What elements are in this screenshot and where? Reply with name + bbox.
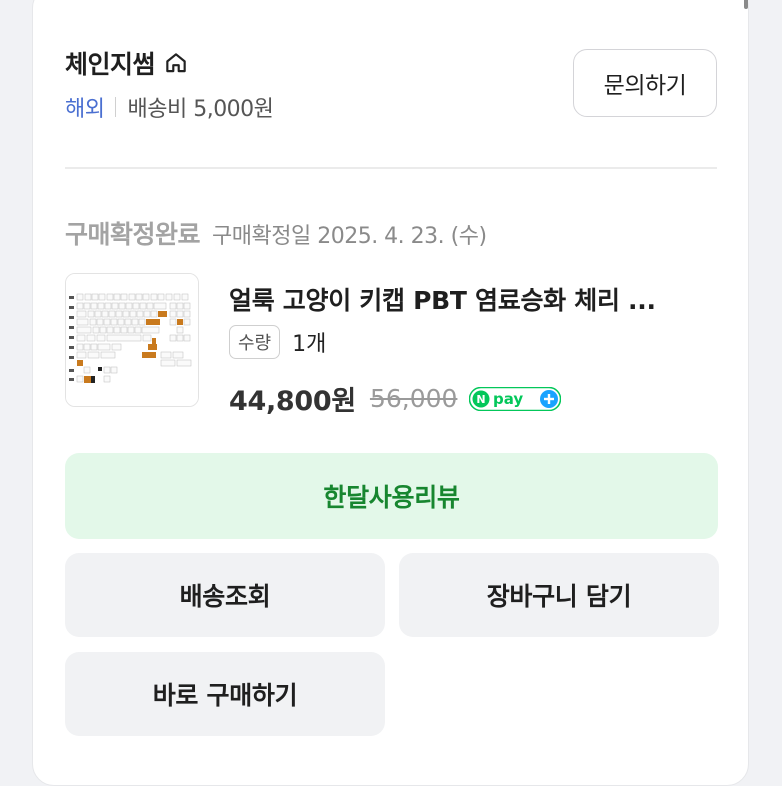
sale-price: 44,800원: [229, 386, 356, 417]
product-thumbnail[interactable]: [65, 273, 199, 407]
product-name[interactable]: 얼룩 고양이 키캡 PBT 염료승화 체리 ...: [229, 281, 709, 317]
original-price: 56,000: [369, 384, 458, 413]
keycap-layout-image: [66, 274, 198, 406]
seller-header[interactable]: 체인지썸: [65, 45, 189, 81]
npay-plus-icon: N pay: [469, 386, 562, 411]
order-status-line: 구매확정완료 구매확정일 2025. 4. 23. (수): [65, 215, 487, 251]
svg-text:pay: pay: [493, 390, 523, 408]
meta-divider: [115, 97, 117, 117]
quantity-row: 수량 1개: [229, 325, 326, 359]
monthly-review-button[interactable]: 한달사용리뷰: [65, 453, 718, 539]
region-label: 해외: [65, 97, 105, 122]
seller-name[interactable]: 체인지썸: [65, 45, 156, 81]
inquiry-button[interactable]: 문의하기: [573, 49, 717, 117]
shipping-fee: 배송비 5,000원: [127, 97, 274, 122]
svg-text:N: N: [477, 393, 486, 406]
scrollbar[interactable]: [744, 0, 748, 9]
buy-now-button[interactable]: 바로 구매하기: [65, 652, 385, 736]
order-card: 체인지썸 해외 배송비 5,000원 문의하기 구매확정완료 구매확정일 202…: [32, 0, 749, 786]
price-row: 44,800원 56,000 N pay: [229, 379, 562, 418]
quantity-badge: 수량: [229, 325, 281, 359]
add-to-cart-button[interactable]: 장바구니 담기: [399, 553, 719, 637]
track-shipping-button[interactable]: 배송조회: [65, 553, 385, 637]
quantity-value: 1개: [292, 332, 327, 357]
home-icon[interactable]: [163, 50, 189, 76]
order-status: 구매확정완료: [65, 220, 201, 249]
divider: [65, 167, 717, 169]
seller-meta: 해외 배송비 5,000원: [65, 91, 274, 123]
confirm-date: 구매확정일 2025. 4. 23. (수): [212, 224, 487, 249]
